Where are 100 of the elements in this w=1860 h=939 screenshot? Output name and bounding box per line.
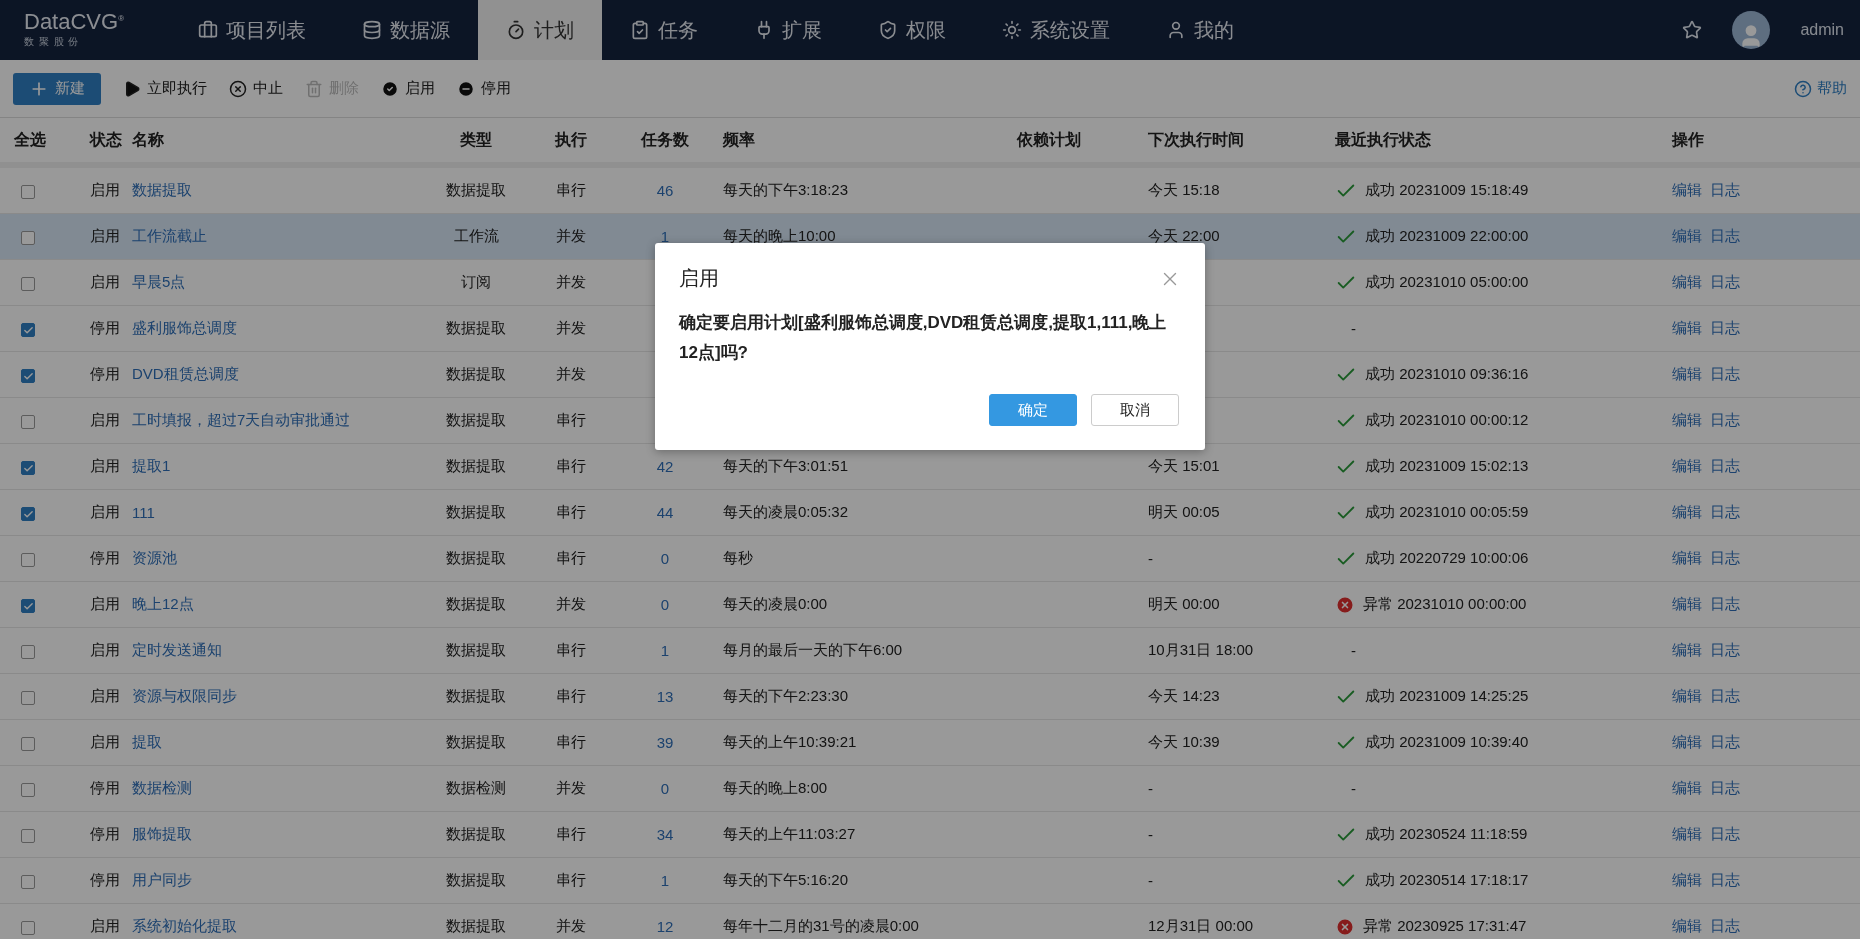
table-cell-text: 今天 10:39 [1147,733,1221,752]
status-text: 成功 20231009 10:39:40 [1365,733,1529,752]
table-cell-text: 数据提取 [445,365,507,384]
table-cell-text: 启用 [89,227,121,246]
column-header: 下次执行时间 [1147,129,1245,150]
column-header: 类型 [459,129,493,150]
table-cell-text: 启用 [89,733,121,752]
table-cell-text: 数据提取 [445,641,507,660]
table-cell-text: 数据提取 [445,549,507,568]
status-text: - [1351,642,1356,659]
table-cell-text: 每天的上午11:03:27 [722,825,857,844]
column-header: 状态 [88,129,123,150]
table-cell-text: 数据提取 [445,503,507,522]
status-text: 异常 20231010 00:00:00 [1363,595,1527,614]
table-cell-text: 停用 [89,319,121,338]
logo: DataCVG$^{®}$ 数 聚 股 份 [23,8,126,49]
table-cell-text: 数据提取 [445,917,507,936]
table-cell-text: 每秒 [722,549,754,568]
table-cell-text: 并发 [555,273,587,292]
table-cell-text: 串行 [555,687,587,706]
table-cell-text: 启用 [89,181,121,200]
status-text: 成功 20231009 14:25:25 [1365,687,1529,706]
table-cell-text: 启用 [89,457,121,476]
table-cell-text: 今天 15:01 [1147,457,1221,476]
status-text: - [1351,780,1356,797]
table-cell-text: 每天的凌晨0:00 [722,595,829,614]
table-cell-text: 并发 [555,779,587,798]
table-cell-text: - [1147,780,1154,797]
table-cell-text: 明天 00:00 [1147,595,1221,614]
table-cell-text: 串行 [555,411,587,430]
status-text: 成功 20231010 00:05:59 [1365,503,1529,522]
table-cell-text: 今天 14:23 [1147,687,1221,706]
table-cell-text: 数据提取 [445,181,507,200]
table-cell-text: 启用 [89,687,121,706]
column-header: 操作 [1670,129,1705,150]
table-cell-text: 停用 [89,779,121,798]
table-cell-text: 今天 22:00 [1147,227,1221,246]
dialog-title: 启用 [679,266,719,291]
table-cell-text: 启用 [89,595,121,614]
table-cell-text: 数据提取 [445,825,507,844]
status-text: 成功 20220729 10:00:06 [1365,549,1529,568]
table-cell-text: 数据提取 [445,319,507,338]
table-cell-text: 并发 [555,365,587,384]
table-cell-text: 订阅 [460,273,492,292]
table-cell-text: 数据提取 [445,411,507,430]
table-cell-text: 数据提取 [445,733,507,752]
status-text: 成功 20231010 05:00:00 [1365,273,1529,292]
status-text: - [1351,320,1356,337]
status-text: 异常 20230925 17:31:47 [1363,917,1527,936]
table-cell-text: 今天 15:18 [1147,181,1221,200]
table-cell-text: 数据检测 [445,779,507,798]
table-cell-text: 每天的凌晨0:05:32 [722,503,850,522]
table-cell-text: 每月的最后一天的下午6:00 [722,641,904,660]
status-text: 成功 20230514 17:18:17 [1365,871,1529,890]
table-cell-text: 明天 00:05 [1147,503,1221,522]
table-cell-text: 每年十二月的31号的凌晨0:00 [722,917,920,936]
table-cell-text: 串行 [555,457,587,476]
table-cell-text: 启用 [89,641,121,660]
table-cell-text: 每天的下午3:01:51 [722,457,850,476]
table-cell-text: 每天的下午5:16:20 [722,871,850,890]
table-cell-text: 停用 [89,871,121,890]
table-cell-text: 数据提取 [445,871,507,890]
table-cell-text: 串行 [555,733,587,752]
status-text: 成功 20230524 11:18:59 [1365,825,1528,844]
table-cell-text: 10月31日 18:00 [1147,641,1255,660]
status-text: 成功 20231010 09:36:16 [1365,365,1529,384]
column-header: 名称 [131,129,165,150]
table-cell-text: 启用 [89,273,121,292]
status-text: 成功 20231010 00:00:12 [1365,411,1529,430]
table-cell-text: 每天的晚上10:00 [722,227,837,246]
table-cell-text: 停用 [89,365,121,384]
column-header: 任务数 [639,129,690,150]
table-cell-text: 串行 [555,503,587,522]
column-header: 最近执行状态 [1334,129,1432,150]
table-cell-text: 工作流 [452,227,500,246]
table-cell-text: 串行 [555,825,587,844]
table-cell-text: 停用 [89,549,121,568]
table-cell-text: 每天的下午2:23:30 [722,687,850,706]
table-cell-text: 串行 [555,871,587,890]
table-cell-text: - [1147,550,1154,567]
table-cell-text: 串行 [555,181,587,200]
table-cell-text: 启用 [89,411,121,430]
table-cell-text: - [1147,826,1154,843]
table-cell-text: 每天的下午3:18:23 [722,181,850,200]
table-cell-text: 并发 [555,595,587,614]
table-cell-text: - [1147,872,1154,889]
column-header: 依赖计划 [1015,129,1082,150]
column-header: 执行 [553,129,588,150]
table-cell-text: 数据提取 [445,457,507,476]
status-text: 成功 20231009 15:02:13 [1365,457,1529,476]
table-cell-text: 串行 [555,549,587,568]
table-cell-text: 启用 [89,917,121,936]
dialog-message: 确定要启用计划[盛利服饰总调度,DVD租赁总调度,提取1,111,晚上12点]吗? [679,312,1168,364]
table-cell-text: 并发 [555,319,587,338]
table-cell-text: 串行 [555,641,587,660]
status-text: 成功 20231009 22:00:00 [1365,227,1529,246]
table-cell-text: 每天的上午10:39:21 [722,733,858,752]
table-cell-text: 启用 [89,503,121,522]
table-cell-text: 并发 [555,227,587,246]
table-cell-text: 12月31日 00:00 [1147,917,1255,936]
